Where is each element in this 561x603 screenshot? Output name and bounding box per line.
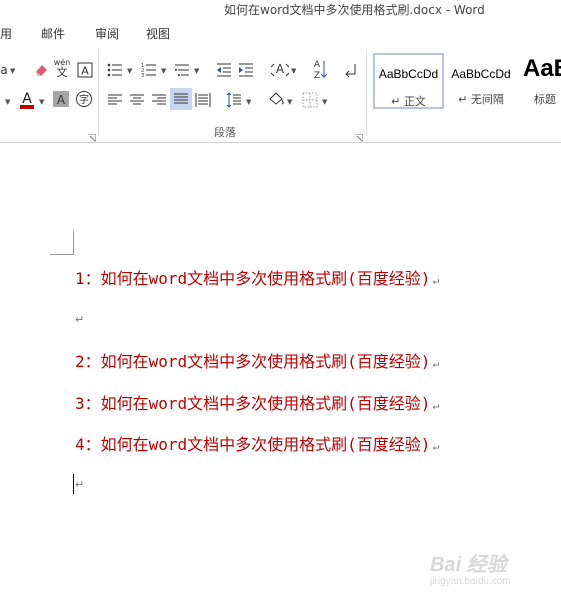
paragraph-group-label: 段落 xyxy=(214,126,236,139)
paragraph-text: 2：如何在word文档中多次使用格式刷(百度经验) xyxy=(75,352,431,371)
tab-layout-partial[interactable]: 用 xyxy=(0,25,12,42)
paragraph-dialog-launcher-icon[interactable] xyxy=(355,127,364,142)
chevron-down-icon[interactable]: ▼ xyxy=(291,67,296,75)
paragraph-mark: ↵ xyxy=(432,274,440,287)
paragraph-mark: ↵ xyxy=(75,478,85,491)
font-size-dropdown-partial[interactable]: a xyxy=(0,62,8,78)
chinese-layout-icon[interactable]: A xyxy=(270,61,290,79)
char-shading-icon[interactable]: A xyxy=(53,91,69,107)
styles-gallery: AaBbCcDd ↵ 正文 AaBbCcDd ↵ 无间隔 AaB 标题 xyxy=(370,53,561,111)
font-dialog-launcher-icon[interactable] xyxy=(88,127,97,142)
style-no-spacing[interactable]: AaBbCcDd ↵ 无间隔 xyxy=(446,53,516,109)
sort-icon[interactable]: AZ xyxy=(312,58,328,80)
distributed-icon[interactable] xyxy=(194,91,212,109)
paragraph-4[interactable]: 4：如何在word文档中多次使用格式刷(百度经验) ↵ xyxy=(75,431,439,455)
align-left-icon[interactable] xyxy=(106,91,124,109)
justify-icon[interactable] xyxy=(170,88,192,110)
group-separator xyxy=(98,50,99,136)
phonetic-guide-icon[interactable]: wén 文 xyxy=(53,58,71,80)
ribbon-tabs: 用 邮件 审阅 视图 xyxy=(0,20,561,44)
title-bar: 如何在word文档中多次使用格式刷.docx - Word xyxy=(0,0,561,20)
paragraph-2[interactable]: 2：如何在word文档中多次使用格式刷(百度经验) ↵ xyxy=(75,348,439,372)
decrease-indent-icon[interactable] xyxy=(215,61,233,79)
chevron-down-icon[interactable]: ▼ xyxy=(127,67,132,75)
svg-text:Z: Z xyxy=(314,71,320,80)
document-page[interactable]: 1：如何在word文档中多次使用格式刷(百度经验) ↵ ↵ 2：如何在word文档… xyxy=(0,143,561,603)
chevron-down-icon[interactable]: ▼ xyxy=(5,98,10,106)
paragraph-text: 1：如何在word文档中多次使用格式刷(百度经验) xyxy=(75,269,431,288)
svg-text:A: A xyxy=(57,93,66,107)
paragraph-text: 3：如何在word文档中多次使用格式刷(百度经验) xyxy=(75,394,431,413)
ribbon: a ▼ wén 文 A ▼ A ▼ A 字 ▼ 123 ▼ ▼ A ▼ A Z … xyxy=(0,44,561,143)
style-normal-sample: AaBbCcDd xyxy=(378,67,439,81)
margin-corner-mark xyxy=(50,231,74,255)
chevron-down-icon[interactable]: ▼ xyxy=(246,98,251,106)
style-heading-sample: AaB xyxy=(523,55,561,82)
svg-text:3: 3 xyxy=(141,73,144,78)
svg-text:A: A xyxy=(81,64,89,77)
bullets-icon[interactable] xyxy=(106,61,124,79)
align-right-icon[interactable] xyxy=(150,91,168,109)
line-spacing-icon[interactable] xyxy=(225,91,243,109)
chevron-down-icon[interactable]: ▼ xyxy=(161,67,166,75)
enclose-char-icon[interactable]: 字 xyxy=(75,90,93,108)
multilevel-list-icon[interactable] xyxy=(173,61,191,79)
paragraph-1[interactable]: 1：如何在word文档中多次使用格式刷(百度经验) ↵ xyxy=(75,265,439,289)
text-cursor xyxy=(73,474,74,494)
group-separator xyxy=(366,50,367,136)
chevron-down-icon[interactable]: ▼ xyxy=(10,67,15,75)
shading-icon[interactable] xyxy=(267,90,285,110)
watermark-url: jingyan.baidu.com xyxy=(430,576,511,587)
eraser-icon[interactable] xyxy=(32,61,50,79)
style-heading-name: 标题 xyxy=(534,93,556,106)
svg-text:A: A xyxy=(22,91,32,107)
show-marks-icon[interactable] xyxy=(343,61,359,79)
center-icon[interactable] xyxy=(128,91,146,109)
style-no-spacing-sample: AaBbCcDd xyxy=(451,67,511,81)
chevron-down-icon[interactable]: ▼ xyxy=(194,67,199,75)
chevron-down-icon[interactable]: ▼ xyxy=(39,98,44,106)
svg-text:字: 字 xyxy=(79,93,89,106)
style-heading[interactable]: AaB 标题 xyxy=(518,53,561,109)
paragraph-mark: ↵ xyxy=(432,357,440,370)
char-border-icon[interactable]: A xyxy=(76,61,93,78)
paragraph-text: 4：如何在word文档中多次使用格式刷(百度经验) xyxy=(75,435,431,454)
style-no-spacing-name: ↵ 无间隔 xyxy=(458,93,504,106)
style-normal-name: ↵ 正文 xyxy=(391,95,426,108)
chevron-down-icon[interactable]: ▼ xyxy=(322,98,327,106)
watermark-logo: Bai 经验 xyxy=(430,554,507,576)
paragraph-3[interactable]: 3：如何在word文档中多次使用格式刷(百度经验) ↵ xyxy=(75,390,439,414)
paragraph-mark: ↵ xyxy=(432,399,440,412)
chevron-down-icon[interactable]: ▼ xyxy=(287,98,292,106)
paragraph-mark: ↵ xyxy=(432,440,440,453)
increase-indent-icon[interactable] xyxy=(237,61,255,79)
style-normal[interactable]: AaBbCcDd ↵ 正文 xyxy=(373,53,444,109)
borders-icon[interactable] xyxy=(301,91,319,109)
svg-text:A: A xyxy=(276,62,285,76)
phonetic-char: 文 xyxy=(56,66,68,79)
tab-review[interactable]: 审阅 xyxy=(95,25,119,42)
font-color-icon[interactable]: A xyxy=(18,90,36,110)
svg-text:A: A xyxy=(314,60,321,70)
baidu-watermark: Bai 经验 jingyan.baidu.com xyxy=(430,548,550,592)
numbering-icon[interactable]: 123 xyxy=(140,61,158,79)
tab-view[interactable]: 视图 xyxy=(146,25,170,42)
tab-mailings[interactable]: 邮件 xyxy=(41,25,65,42)
paragraph-mark: ↵ xyxy=(75,313,85,326)
window-title: 如何在word文档中多次使用格式刷.docx - Word xyxy=(224,3,485,17)
